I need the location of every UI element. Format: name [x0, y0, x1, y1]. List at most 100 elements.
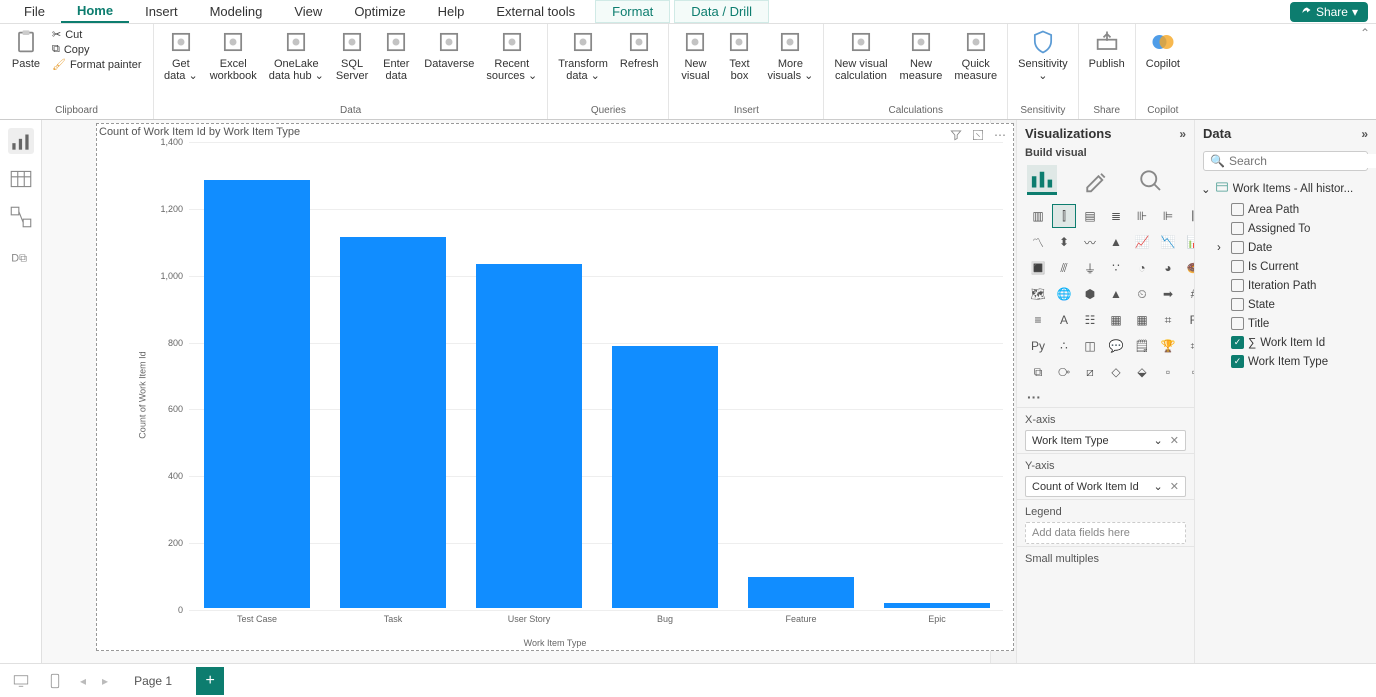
- viz-type[interactable]: ⊪: [1131, 205, 1153, 227]
- field-checkbox[interactable]: [1231, 203, 1244, 216]
- ribbon-btn[interactable]: SQL Server: [330, 26, 374, 84]
- page-tab-1[interactable]: Page 1: [122, 670, 184, 692]
- remove-x-field[interactable]: ✕: [1166, 435, 1179, 447]
- report-canvas[interactable]: Count of Work Item Id by Work Item Type …: [42, 120, 990, 663]
- field-node[interactable]: State: [1197, 295, 1374, 314]
- ribbon-btn[interactable]: Quick measure: [948, 26, 1003, 84]
- collapse-viz-button[interactable]: »: [1179, 127, 1186, 141]
- bar[interactable]: [204, 180, 310, 608]
- viz-type[interactable]: ≣: [1105, 205, 1127, 227]
- yaxis-field[interactable]: Count of Work Item Id⌄ ✕: [1025, 476, 1186, 497]
- viz-type[interactable]: ▦: [1131, 309, 1153, 331]
- format-painter-button[interactable]: 🖌Format painter: [52, 58, 142, 71]
- tab-optimize[interactable]: Optimize: [338, 1, 421, 22]
- tab-home[interactable]: Home: [61, 0, 129, 23]
- field-node[interactable]: ✓Work Item Type: [1197, 352, 1374, 371]
- field-checkbox[interactable]: [1231, 260, 1244, 273]
- fields-search[interactable]: 🔍: [1203, 151, 1368, 171]
- publish-button[interactable]: Publish: [1083, 26, 1131, 72]
- field-node[interactable]: ›Date: [1197, 238, 1374, 257]
- chevron-down-icon[interactable]: ⌄: [1154, 435, 1163, 447]
- ribbon-btn[interactable]: New visual: [673, 26, 717, 84]
- viz-type[interactable]: 🗒: [1131, 335, 1153, 357]
- ribbon-btn[interactable]: Excel workbook: [204, 26, 263, 84]
- viz-type[interactable]: ⧂: [1053, 361, 1075, 383]
- ribbon-btn[interactable]: Refresh: [614, 26, 665, 72]
- ribbon-btn[interactable]: Text box: [717, 26, 761, 84]
- viz-type[interactable]: ⏲: [1131, 283, 1153, 305]
- paste-button[interactable]: Paste: [4, 26, 48, 72]
- viz-type[interactable]: ∴: [1053, 335, 1075, 357]
- tab-data-drill[interactable]: Data / Drill: [674, 0, 769, 23]
- viz-type[interactable]: ▦: [1105, 309, 1127, 331]
- ribbon-btn[interactable]: OneLake data hub ⌄: [263, 26, 330, 84]
- viz-type[interactable]: ▤: [1079, 205, 1101, 227]
- cut-button[interactable]: ✂Cut: [52, 28, 142, 41]
- viz-type[interactable]: ▲: [1105, 231, 1127, 253]
- chart-visual[interactable]: Count of Work Item Id by Work Item Type …: [96, 123, 1014, 651]
- analytics-tab[interactable]: [1135, 165, 1165, 195]
- viz-type[interactable]: 💬: [1105, 335, 1127, 357]
- viz-type[interactable]: ⊫: [1157, 205, 1179, 227]
- copy-button[interactable]: ⧉Copy: [52, 43, 142, 56]
- viz-type[interactable]: ⫿: [1053, 205, 1075, 227]
- viz-type[interactable]: ∵: [1105, 257, 1127, 279]
- chevron-down-icon[interactable]: ⌄: [1154, 481, 1163, 493]
- collapse-data-button[interactable]: »: [1361, 127, 1368, 141]
- viz-type[interactable]: ◫: [1079, 335, 1101, 357]
- tab-external-tools[interactable]: External tools: [480, 1, 591, 22]
- viz-type[interactable]: ⌗: [1157, 309, 1179, 331]
- viz-type[interactable]: ◕: [1157, 257, 1179, 279]
- viz-type[interactable]: 〽: [1027, 231, 1049, 253]
- xaxis-field[interactable]: Work Item Type⌄ ✕: [1025, 430, 1186, 451]
- model-view-button[interactable]: [8, 204, 34, 230]
- bar[interactable]: [884, 603, 990, 608]
- viz-type[interactable]: ▥: [1027, 205, 1049, 227]
- mobile-layout-button[interactable]: [44, 672, 66, 690]
- viz-type[interactable]: ⧉: [1027, 361, 1049, 383]
- viz-type[interactable]: ⏚: [1079, 257, 1101, 279]
- viz-type[interactable]: ▫: [1157, 361, 1179, 383]
- viz-type[interactable]: 📉: [1157, 231, 1179, 253]
- ribbon-btn[interactable]: Recent sources ⌄: [480, 26, 543, 84]
- viz-type[interactable]: ▲: [1105, 283, 1127, 305]
- viz-type[interactable]: ⬙: [1131, 361, 1153, 383]
- viz-type[interactable]: ⬢: [1079, 283, 1101, 305]
- share-button[interactable]: Share ▾: [1290, 2, 1368, 22]
- viz-type[interactable]: ◔: [1131, 257, 1153, 279]
- table-view-button[interactable]: [8, 166, 34, 192]
- ribbon-btn[interactable]: New visual calculation: [828, 26, 893, 84]
- tab-view[interactable]: View: [278, 1, 338, 22]
- legend-drop[interactable]: Add data fields here: [1025, 522, 1186, 544]
- remove-y-field[interactable]: ✕: [1166, 481, 1179, 493]
- add-page-button[interactable]: +: [196, 667, 224, 695]
- format-visual-tab[interactable]: [1081, 165, 1111, 195]
- viz-type[interactable]: ➡: [1157, 283, 1179, 305]
- viz-type[interactable]: 📈: [1131, 231, 1153, 253]
- bar[interactable]: [748, 577, 854, 608]
- viz-more-button[interactable]: ···: [1017, 387, 1194, 407]
- field-node[interactable]: Assigned To: [1197, 219, 1374, 238]
- tab-format[interactable]: Format: [595, 0, 670, 23]
- desktop-layout-button[interactable]: [10, 672, 32, 690]
- field-node[interactable]: Is Current: [1197, 257, 1374, 276]
- bar[interactable]: [340, 237, 446, 608]
- field-checkbox[interactable]: ✓: [1231, 336, 1244, 349]
- search-input[interactable]: [1229, 154, 1376, 168]
- field-node[interactable]: ✓∑Work Item Id: [1197, 333, 1374, 352]
- ribbon-btn[interactable]: Enter data: [374, 26, 418, 84]
- field-checkbox[interactable]: [1231, 317, 1244, 330]
- field-checkbox[interactable]: [1231, 222, 1244, 235]
- field-checkbox[interactable]: [1231, 241, 1244, 254]
- viz-type[interactable]: 🏆: [1157, 335, 1179, 357]
- ribbon-btn[interactable]: Get data ⌄: [158, 26, 204, 84]
- field-node[interactable]: Area Path: [1197, 200, 1374, 219]
- viz-type[interactable]: 🌐: [1053, 283, 1075, 305]
- viz-type[interactable]: ≡: [1027, 309, 1049, 331]
- dax-view-button[interactable]: D⧉: [8, 242, 34, 268]
- viz-type[interactable]: ☷: [1079, 309, 1101, 331]
- prev-page-button[interactable]: ◂: [78, 674, 88, 688]
- field-checkbox[interactable]: ✓: [1231, 355, 1244, 368]
- bar[interactable]: [612, 346, 718, 608]
- ribbon-btn[interactable]: New measure: [894, 26, 949, 84]
